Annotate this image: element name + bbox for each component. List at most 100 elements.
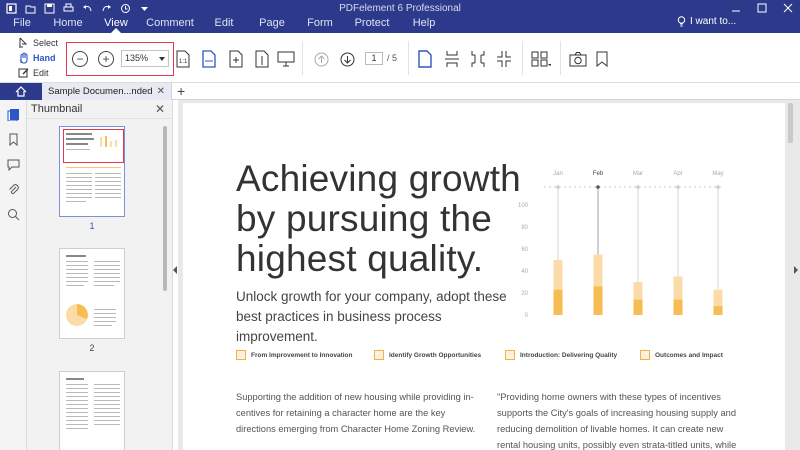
select-mode-button[interactable]: Select — [18, 37, 58, 48]
chart-bar — [553, 289, 563, 315]
section-tag-label: From Improvement to Innovation — [251, 351, 353, 359]
actual-size-icon: 1:1 — [176, 50, 190, 68]
pdf-page: Achieving growth by pursuing the highest… — [183, 103, 785, 450]
edit-label: Edit — [33, 67, 49, 78]
page-thumbnail-2[interactable] — [59, 248, 125, 339]
close-icon[interactable] — [782, 2, 794, 14]
page-number-input[interactable]: 1 — [365, 52, 383, 65]
minimize-icon[interactable] — [730, 2, 742, 14]
fit-height-button[interactable] — [252, 48, 272, 70]
thumbnail-panel-header: Thumbnail ✕ — [27, 100, 173, 119]
attachment-panel-icon[interactable] — [7, 183, 20, 196]
edit-mode-button[interactable]: Edit — [18, 67, 49, 78]
section-tag: Identify Growth Opportunities — [374, 350, 481, 360]
chart-y-tick-label: 0 — [525, 313, 529, 319]
document-view: Achieving growth by pursuing the highest… — [178, 100, 800, 450]
chart-marker — [636, 185, 640, 189]
heading-line: Achieving growth — [236, 158, 521, 199]
page-thumbnail-3[interactable] — [59, 371, 125, 450]
menu-help[interactable]: Help — [400, 16, 448, 33]
ribbon-divider — [408, 41, 409, 75]
body-text-right: "Providing home owners with these types … — [497, 392, 737, 450]
two-page-icon — [471, 51, 485, 67]
fit-width-icon — [229, 50, 243, 68]
side-rail — [0, 100, 27, 450]
select-cursor-icon — [19, 37, 28, 48]
close-panel-icon[interactable]: ✕ — [155, 102, 165, 116]
comment-panel-icon[interactable] — [7, 158, 20, 171]
camera-icon — [569, 52, 587, 67]
menu-form[interactable]: Form — [296, 16, 344, 33]
page-heading: Achieving growth by pursuing the highest… — [236, 159, 521, 279]
fit-page-icon — [202, 50, 216, 68]
menu-page[interactable]: Page — [248, 16, 296, 33]
bookmark-panel-icon[interactable] — [7, 133, 20, 146]
app-title: PDFelement 6 Professional — [339, 3, 461, 14]
select-label: Select — [33, 37, 59, 48]
chart-y-tick-label: 60 — [521, 247, 528, 253]
menu-bar: File Home View Comment Edit Page Form Pr… — [0, 16, 448, 33]
zoom-out-button[interactable]: − — [72, 51, 88, 67]
document-tab-title: Sample Documen...nded — [48, 86, 153, 97]
actual-size-button[interactable]: 1:1 — [173, 48, 193, 70]
chart-bar — [673, 299, 683, 315]
previous-page-button[interactable] — [311, 48, 331, 70]
edit-pencil-icon — [18, 68, 29, 78]
document-tab[interactable]: Sample Documen...nded ✕ — [42, 83, 172, 100]
section-tag: Introduction: Delivering Quality — [505, 350, 617, 360]
page-layout-button[interactable] — [531, 48, 551, 70]
page-thumbnail-1[interactable] — [59, 126, 125, 217]
snapshot-button[interactable] — [568, 48, 588, 70]
menu-view[interactable]: View — [92, 16, 140, 33]
single-page-button[interactable] — [415, 48, 435, 70]
maximize-icon[interactable] — [756, 2, 768, 14]
ribbon-divider — [302, 41, 303, 75]
grid-icon — [531, 51, 551, 67]
search-box[interactable]: I want to... — [677, 16, 736, 27]
bookmark-button[interactable] — [592, 48, 612, 70]
home-tab[interactable] — [0, 83, 42, 100]
menu-comment[interactable]: Comment — [140, 16, 200, 33]
monitor-icon — [277, 51, 295, 67]
chart-x-tick-label: Jan — [553, 171, 563, 177]
menu-file[interactable]: File — [0, 16, 44, 33]
continuous-page-button[interactable] — [442, 48, 462, 70]
collapse-left-icon[interactable] — [173, 266, 177, 274]
search-icon[interactable] — [7, 208, 20, 221]
document-scrollbar[interactable] — [788, 103, 793, 143]
chart-y-tick-label: 100 — [518, 203, 529, 209]
section-tag: From Improvement to Innovation — [236, 350, 352, 360]
bookmark-icon — [596, 51, 608, 67]
menu-protect[interactable]: Protect — [344, 16, 400, 33]
fit-page-button[interactable] — [199, 48, 219, 70]
document-tab-bar: Sample Documen...nded ✕ + — [0, 83, 800, 100]
section-tag-icon — [374, 350, 384, 360]
close-tab-icon[interactable]: ✕ — [157, 83, 165, 100]
page-total: / 5 — [387, 53, 398, 63]
section-tag-icon — [640, 350, 650, 360]
ribbon-divider — [522, 41, 523, 75]
plus-icon: + — [177, 83, 186, 99]
hand-icon — [19, 52, 28, 64]
full-screen-button[interactable] — [276, 48, 296, 70]
chart-marker — [716, 185, 720, 189]
chart-marker — [596, 185, 600, 189]
menu-edit[interactable]: Edit — [200, 16, 248, 33]
zoom-select[interactable]: 135% — [121, 50, 169, 67]
hand-mode-button[interactable]: Hand — [18, 52, 56, 64]
menu-home[interactable]: Home — [44, 16, 92, 33]
chart-bar — [633, 299, 643, 315]
thumbnail-scrollbar[interactable] — [163, 126, 167, 291]
new-tab-button[interactable]: + — [177, 83, 185, 99]
collapse-right-icon[interactable] — [794, 266, 798, 274]
zoom-in-button[interactable]: + — [98, 51, 114, 67]
two-page-button[interactable] — [468, 48, 488, 70]
chart-y-tick-label: 80 — [521, 225, 528, 231]
page-subheading: Unlock growth for your company, adopt th… — [236, 289, 507, 344]
thumbnail-panel-icon[interactable] — [7, 108, 20, 121]
split-view-button[interactable] — [494, 48, 514, 70]
next-page-button[interactable] — [337, 48, 357, 70]
section-tag-icon — [505, 350, 515, 360]
fit-width-button[interactable] — [226, 48, 246, 70]
search-label: I want to... — [690, 16, 737, 27]
